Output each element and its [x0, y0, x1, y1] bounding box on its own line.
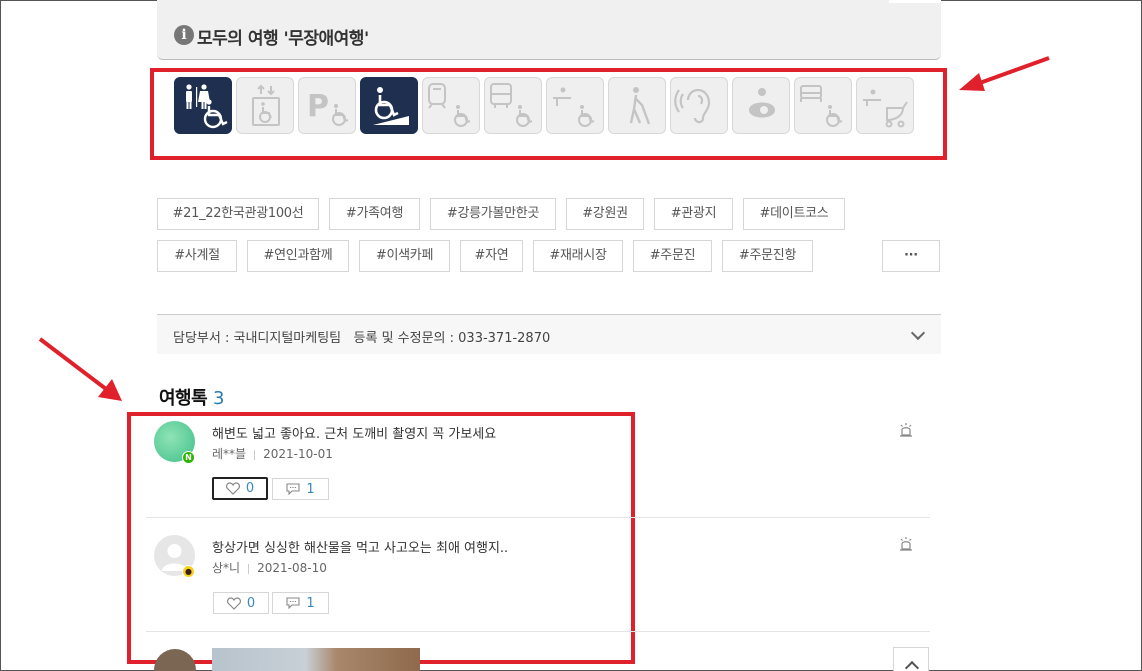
comment-divider: [146, 517, 930, 518]
comment-text: 해변도 넓고 좋아요. 근처 도깨비 촬영지 꼭 가보세요: [212, 427, 497, 442]
tag-chip[interactable]: #데이트코스: [743, 198, 845, 230]
heart-icon: [226, 596, 241, 610]
tag-chip[interactable]: #21_22한국관광100선: [157, 198, 319, 230]
info-icon: i: [174, 25, 194, 45]
tag-chip[interactable]: #강원권: [566, 198, 644, 230]
like-count: 0: [246, 595, 256, 611]
like-count: 0: [245, 481, 255, 496]
tag-chip[interactable]: #이색카페: [359, 240, 450, 272]
comment-date: 2021-10-01: [263, 447, 333, 461]
report-siren-icon[interactable]: [898, 422, 914, 438]
tag-chip[interactable]: #주문진항: [722, 240, 813, 272]
comment-meta: 레**블 2021-10-01: [212, 445, 333, 462]
red-arrow-icon: [959, 56, 1050, 91]
accessibility-title: 모두의 여행 '무장애여행': [197, 29, 369, 49]
comment-item: ● 항상가면 싱싱한 해산물을 먹고 사고오는 최애 여행지.. 상*니 2021…: [146, 532, 930, 632]
naver-login-badge-icon: N: [182, 451, 195, 464]
report-siren-icon[interactable]: [898, 536, 914, 552]
comment-author: 상*니: [212, 561, 241, 575]
comment-date: 2021-08-10: [257, 561, 327, 575]
tags-more-button[interactable]: ···: [882, 240, 940, 272]
comment-meta: 상*니 2021-08-10: [212, 559, 327, 576]
reply-count: 1: [306, 595, 315, 611]
chevron-down-icon[interactable]: [910, 325, 926, 341]
department-info-bar[interactable]: 담당부서 : 국내디지털마케팅팀 등록 및 수정문의 : 033-371-287…: [157, 314, 941, 354]
tag-chip[interactable]: #가족여행: [329, 198, 420, 230]
like-button[interactable]: 0: [212, 477, 268, 500]
kakao-login-badge-icon: ●: [182, 565, 195, 578]
red-arrow-icon: [38, 337, 122, 401]
comment-bubble-icon: [286, 483, 300, 495]
comment-bubble-icon: [286, 597, 300, 609]
comment-divider: [146, 631, 930, 632]
tag-chip[interactable]: #자연: [460, 240, 523, 272]
scroll-to-top-button[interactable]: [893, 647, 929, 671]
reply-button[interactable]: 1: [272, 592, 329, 614]
comment-photo[interactable]: [212, 648, 420, 671]
tag-chip[interactable]: #재래시장: [533, 240, 623, 272]
heart-icon: [225, 482, 240, 495]
tag-chip[interactable]: #사계절: [157, 240, 237, 272]
tag-chip[interactable]: #관광지: [654, 198, 733, 230]
reply-count: 1: [306, 481, 315, 497]
tag-chip[interactable]: #주문진: [633, 240, 712, 272]
reply-button[interactable]: 1: [272, 478, 329, 500]
travel-talk-count: 3: [212, 388, 224, 409]
comment-text: 항상가면 싱싱한 해산물을 먹고 사고오는 최애 여행지..: [212, 541, 509, 556]
department-text: 담당부서 : 국내디지털마케팅팀 등록 및 수정문의 : 033-371-287…: [173, 331, 551, 346]
tag-chip[interactable]: #연인과함께: [247, 240, 349, 272]
comment-item: N 해변도 넓고 좋아요. 근처 도깨비 촬영지 꼭 가보세요 레**블 2021…: [146, 418, 930, 518]
accessibility-section-header: i 모두의 여행 '무장애여행': [157, 0, 941, 60]
like-button[interactable]: 0: [213, 592, 269, 614]
comment-author: 레**블: [212, 447, 247, 461]
tag-chip[interactable]: #강릉가볼만한곳: [430, 198, 556, 230]
highlight-box-accessibility: [150, 68, 947, 160]
travel-talk-title: 여행톡 3: [159, 388, 224, 409]
chevron-up-icon: [904, 660, 920, 671]
